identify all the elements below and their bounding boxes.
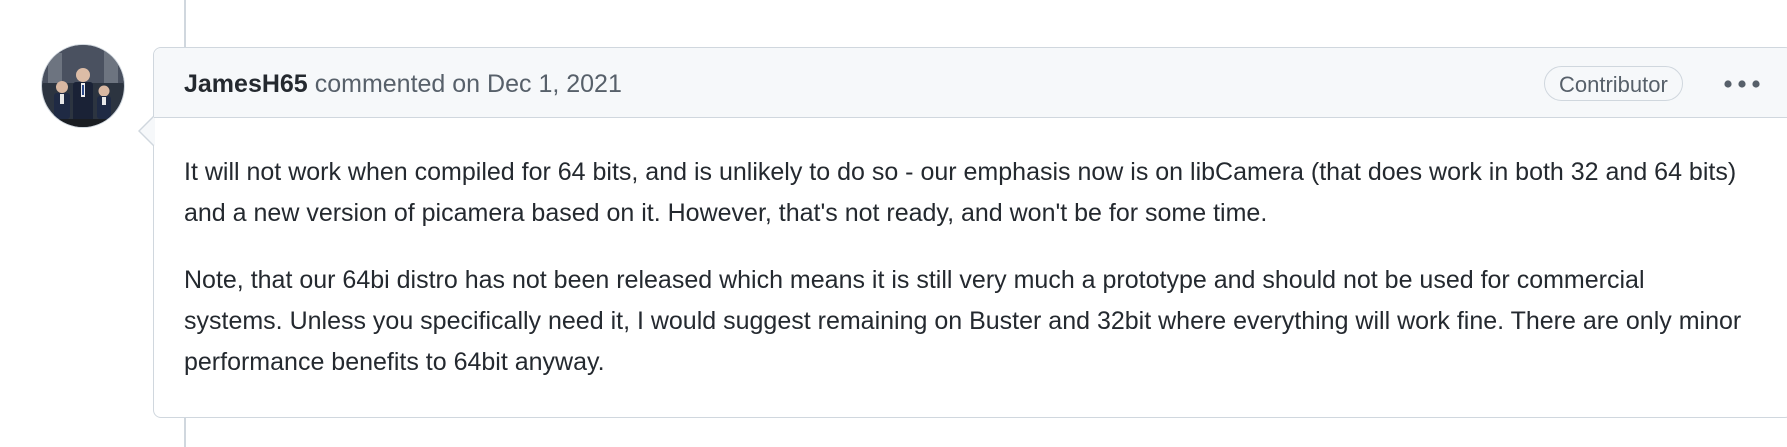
comment: JamesH65 commented on Dec 1, 2021 Contrib… xyxy=(138,47,1787,418)
comment-paragraph: It will not work when compiled for 64 bi… xyxy=(184,158,1737,227)
comment-options-button[interactable] xyxy=(1720,68,1764,100)
comment-header: JamesH65 commented on Dec 1, 2021 Contrib… xyxy=(154,48,1787,118)
avatar[interactable] xyxy=(42,45,124,127)
author-link[interactable]: JamesH65 xyxy=(184,70,308,98)
avatar-photo xyxy=(42,45,124,127)
comment-action-text: commented on xyxy=(314,70,481,98)
issue-timeline: JamesH65 commented on Dec 1, 2021 Contrib… xyxy=(0,0,1787,447)
comment-header-text: JamesH65 commented on Dec 1, 2021 xyxy=(184,69,622,99)
comment-pointer-fill xyxy=(140,116,155,146)
contributor-badge: Contributor xyxy=(1544,66,1683,101)
comment-date-link[interactable]: Dec 1, 2021 xyxy=(487,70,622,98)
kebab-horizontal-icon xyxy=(1724,80,1760,88)
comment-body: It will not work when compiled for 64 bi… xyxy=(184,152,1744,409)
comment-paragraph: Note, that our 64bi distro has not been … xyxy=(184,266,1742,376)
